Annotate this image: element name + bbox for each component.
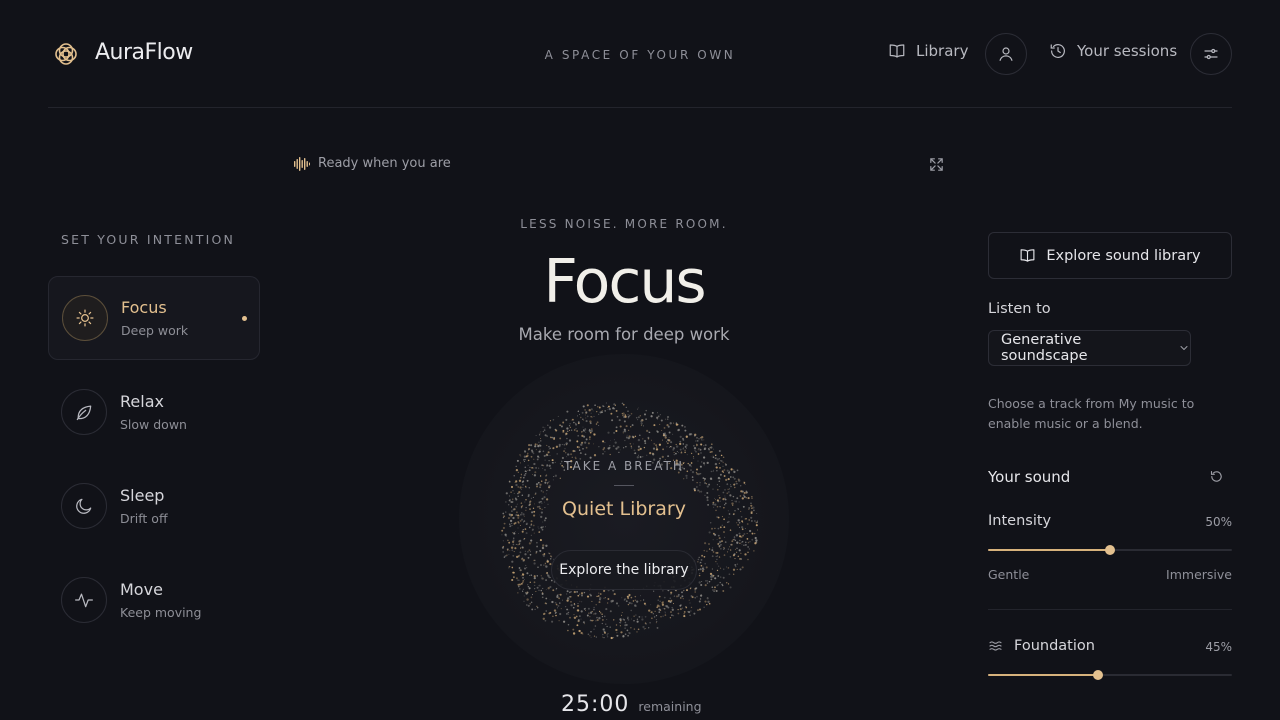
foundation-value: 45% <box>1205 640 1232 654</box>
foundation-slider-thumb[interactable] <box>1092 670 1103 680</box>
history-icon <box>1049 42 1067 60</box>
breath-divider <box>614 485 634 486</box>
timer-value: 25:00 <box>561 692 630 717</box>
session-timer: 25:00 remaining <box>561 692 702 717</box>
intensity-min-label: Gentle <box>988 567 1030 582</box>
explore-library-button[interactable]: Explore the library <box>551 550 697 590</box>
intensity-value: 50% <box>1205 515 1232 529</box>
status-text: Ready when you are <box>318 156 451 171</box>
mode-title: Move <box>120 580 163 599</box>
chevron-down-icon <box>1178 342 1190 354</box>
book-icon <box>888 42 906 60</box>
profile-button[interactable] <box>985 33 1027 75</box>
sliders-icon <box>1202 45 1220 63</box>
sessions-nav-link[interactable]: Your sessions <box>1049 42 1177 60</box>
explore-sound-library-button[interactable]: Explore sound library <box>988 232 1232 279</box>
explore-sound-library-label: Explore sound library <box>1046 247 1201 264</box>
intensity-slider[interactable] <box>988 545 1232 555</box>
section-divider <box>988 609 1232 610</box>
your-sound-heading: Your sound <box>988 468 1071 486</box>
status-indicator: Ready when you are <box>294 156 451 171</box>
listen-to-select[interactable]: Generative soundscape <box>988 330 1191 366</box>
intensity-slider-thumb[interactable] <box>1105 545 1115 555</box>
user-icon <box>997 45 1015 63</box>
settings-button[interactable] <box>1190 33 1232 75</box>
library-label: Library <box>916 42 969 60</box>
listen-to-label: Listen to <box>988 301 1051 317</box>
center-kicker: LESS NOISE. MORE ROOM. <box>520 217 728 231</box>
mode-title: Relax <box>120 392 164 411</box>
expand-icon <box>928 156 945 173</box>
foundation-label: Foundation <box>1014 638 1095 654</box>
library-nav-link[interactable]: Library <box>888 42 968 60</box>
foundation-slider-fill <box>988 674 1098 676</box>
intensity-max-label: Immersive <box>1166 567 1232 582</box>
particle-orb-visual <box>490 398 758 644</box>
timer-label: remaining <box>638 699 702 714</box>
pulse-icon <box>61 577 107 623</box>
mode-subtitle: Slow down <box>120 417 187 432</box>
leaf-icon <box>61 389 107 435</box>
waves-icon <box>988 638 1004 654</box>
listen-to-value: Generative soundscape <box>1001 332 1088 364</box>
reset-icon <box>1209 469 1224 484</box>
mode-relax[interactable]: Relax Slow down <box>48 370 260 454</box>
intensity-label: Intensity <box>988 513 1052 529</box>
intention-heading: SET YOUR INTENTION <box>61 232 236 247</box>
mode-subtitle: Keep moving <box>120 605 202 620</box>
reset-sound-button[interactable] <box>1209 469 1224 484</box>
sessions-label: Your sessions <box>1077 42 1178 60</box>
foundation-row: Foundation <box>988 638 1095 654</box>
current-track-name: Quiet Library <box>562 498 686 520</box>
waveform-icon <box>294 156 310 171</box>
header-divider <box>48 107 1232 108</box>
listen-help-text: Choose a track from My music to enable m… <box>988 396 1195 431</box>
intensity-slider-fill <box>988 549 1110 551</box>
fullscreen-button[interactable] <box>928 156 945 173</box>
book-icon <box>1019 247 1036 264</box>
foundation-slider[interactable] <box>988 670 1232 680</box>
mode-move[interactable]: Move Keep moving <box>48 558 260 642</box>
